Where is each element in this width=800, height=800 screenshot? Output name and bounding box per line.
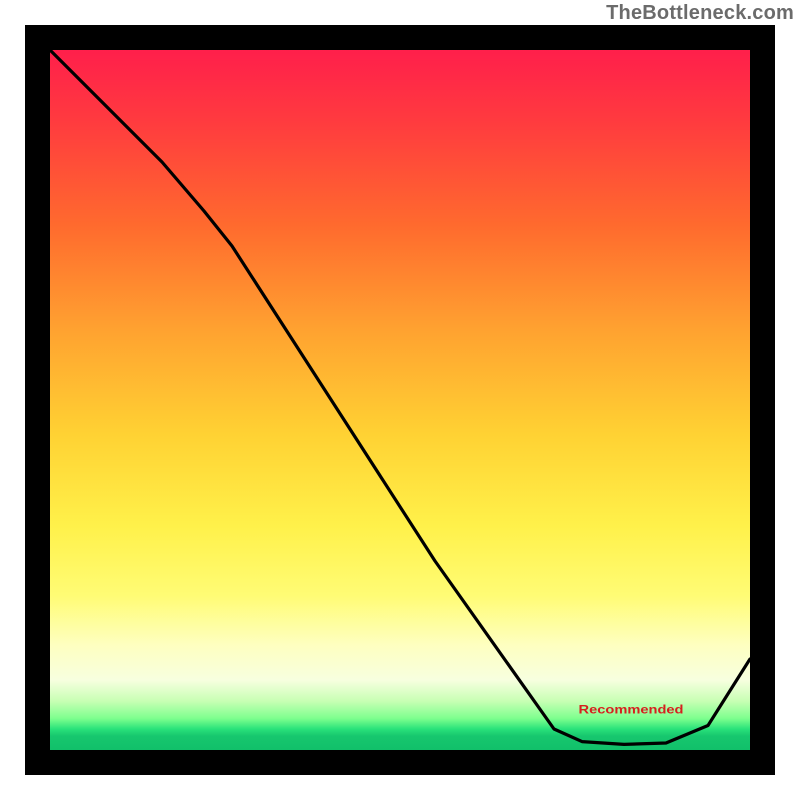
chart-stage: TheBottleneck.com Recommended bbox=[0, 0, 800, 800]
watermark-text: TheBottleneck.com bbox=[606, 2, 794, 25]
data-curve bbox=[50, 50, 750, 744]
recommended-annotation: Recommended bbox=[579, 702, 684, 716]
plot-svg: Recommended bbox=[50, 50, 750, 750]
